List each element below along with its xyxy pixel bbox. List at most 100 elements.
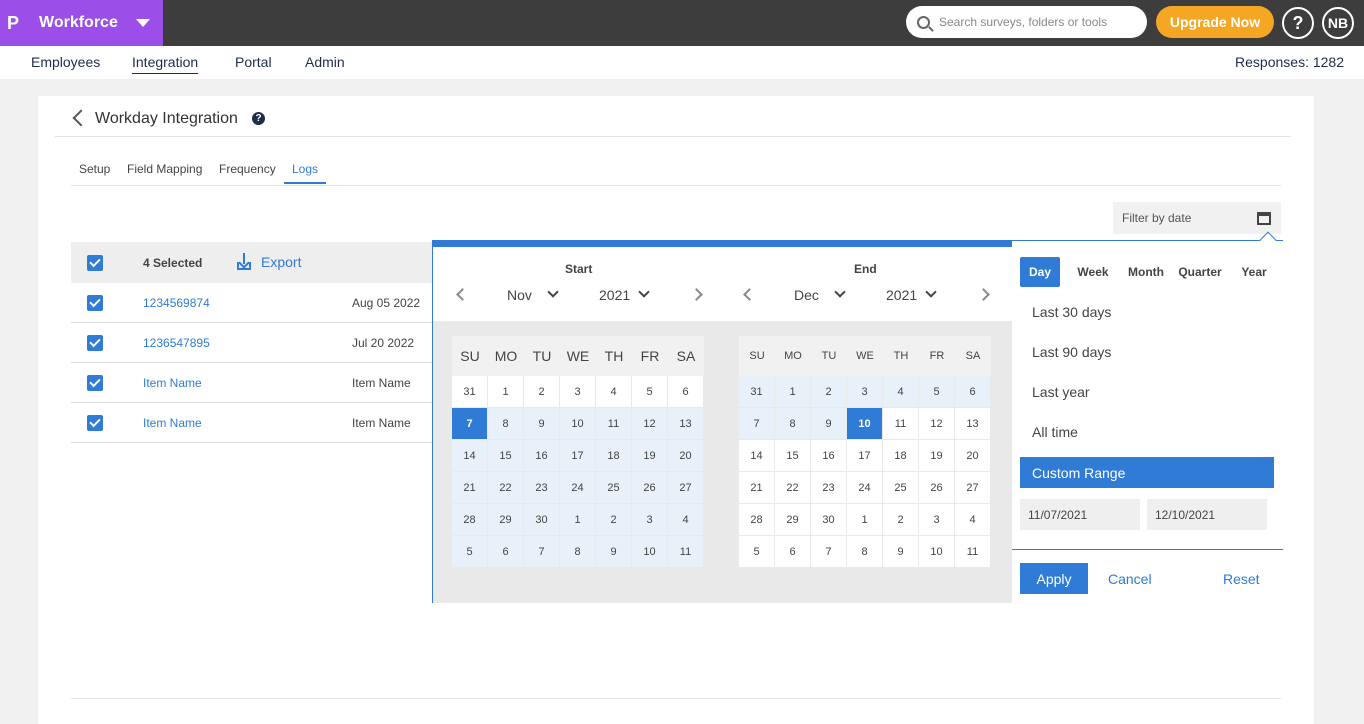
- calendar-day[interactable]: 9: [811, 408, 847, 440]
- upgrade-button[interactable]: Upgrade Now: [1156, 6, 1274, 38]
- chevron-down-icon[interactable]: [638, 286, 650, 298]
- calendar-day[interactable]: 8: [488, 408, 524, 440]
- calendar-day[interactable]: 7: [739, 408, 775, 440]
- calendar-day[interactable]: 8: [775, 408, 811, 440]
- calendar-day[interactable]: 12: [632, 408, 668, 440]
- calendar-day[interactable]: 10: [847, 408, 883, 440]
- calendar-day[interactable]: 1: [847, 504, 883, 536]
- period-year[interactable]: Year: [1234, 257, 1274, 287]
- period-month[interactable]: Month: [1123, 257, 1169, 287]
- calendar-day[interactable]: 15: [775, 440, 811, 472]
- tab-field-mapping[interactable]: Field Mapping: [127, 162, 202, 176]
- nav-item-admin[interactable]: Admin: [305, 54, 345, 73]
- calendar-day[interactable]: 6: [668, 376, 704, 408]
- filter-by-date[interactable]: Filter by date: [1113, 202, 1281, 234]
- nav-item-integration[interactable]: Integration: [132, 54, 199, 74]
- tab-frequency[interactable]: Frequency: [219, 162, 276, 176]
- calendar-day[interactable]: 11: [668, 536, 704, 568]
- calendar-day[interactable]: 1: [488, 376, 524, 408]
- table-row-link[interactable]: Item Name: [143, 416, 202, 430]
- row-checkbox[interactable]: [87, 295, 103, 311]
- calendar-day[interactable]: 19: [632, 440, 668, 472]
- calendar-day[interactable]: 11: [955, 536, 991, 568]
- select-all-checkbox[interactable]: [87, 255, 103, 271]
- calendar-day[interactable]: 24: [560, 472, 596, 504]
- calendar-day[interactable]: 1: [775, 376, 811, 408]
- calendar-day[interactable]: 3: [560, 376, 596, 408]
- calendar-day[interactable]: 10: [632, 536, 668, 568]
- preset-last-90-days[interactable]: Last 90 days: [1032, 344, 1111, 360]
- tab-setup[interactable]: Setup: [79, 162, 110, 176]
- cancel-button[interactable]: Cancel: [1108, 571, 1152, 587]
- preset-last-year[interactable]: Last year: [1032, 384, 1090, 400]
- calendar-day[interactable]: 6: [488, 536, 524, 568]
- calendar-day[interactable]: 4: [596, 376, 632, 408]
- end-year-select[interactable]: 2021: [886, 287, 917, 303]
- table-row-link[interactable]: 1236547895: [143, 336, 210, 350]
- tab-logs[interactable]: Logs: [284, 162, 327, 184]
- table-row-link[interactable]: 1234569874: [143, 296, 210, 310]
- calendar-day[interactable]: 9: [883, 536, 919, 568]
- calendar-day[interactable]: 17: [847, 440, 883, 472]
- calendar-day[interactable]: 27: [955, 472, 991, 504]
- calendar-day[interactable]: 13: [955, 408, 991, 440]
- prev-month-start-icon[interactable]: [456, 288, 469, 301]
- calendar-day[interactable]: 20: [955, 440, 991, 472]
- calendar-day[interactable]: 18: [596, 440, 632, 472]
- nav-item-portal[interactable]: Portal: [235, 54, 272, 73]
- calendar-day[interactable]: 30: [811, 504, 847, 536]
- calendar-day[interactable]: 8: [560, 536, 596, 568]
- workspace-switcher[interactable]: P Workforce: [0, 0, 163, 46]
- calendar-day[interactable]: 15: [488, 440, 524, 472]
- calendar-day[interactable]: 24: [847, 472, 883, 504]
- calendar-day[interactable]: 31: [739, 376, 775, 408]
- calendar-day[interactable]: 19: [919, 440, 955, 472]
- calendar-day[interactable]: 2: [811, 376, 847, 408]
- calendar-day[interactable]: 14: [452, 440, 488, 472]
- start-month-select[interactable]: Nov: [507, 287, 532, 303]
- calendar-day[interactable]: 3: [847, 376, 883, 408]
- calendar-day[interactable]: 11: [883, 408, 919, 440]
- prev-month-end-icon[interactable]: [743, 288, 756, 301]
- help-icon[interactable]: ?: [1282, 7, 1314, 39]
- calendar-day[interactable]: 5: [919, 376, 955, 408]
- preset-custom-range[interactable]: Custom Range: [1020, 457, 1274, 488]
- calendar-day[interactable]: 28: [452, 504, 488, 536]
- calendar-day[interactable]: 22: [775, 472, 811, 504]
- calendar-day[interactable]: 14: [739, 440, 775, 472]
- nav-item-employees[interactable]: Employees: [31, 54, 100, 73]
- calendar-day[interactable]: 10: [560, 408, 596, 440]
- preset-all-time[interactable]: All time: [1032, 424, 1078, 440]
- calendar-day[interactable]: 7: [524, 536, 560, 568]
- table-row-link[interactable]: Item Name: [143, 376, 202, 390]
- calendar-day[interactable]: 5: [452, 536, 488, 568]
- calendar-day[interactable]: 5: [739, 536, 775, 568]
- start-year-select[interactable]: 2021: [599, 287, 630, 303]
- calendar-day[interactable]: 29: [488, 504, 524, 536]
- reset-button[interactable]: Reset: [1223, 571, 1260, 587]
- calendar-day[interactable]: 30: [524, 504, 560, 536]
- calendar-day[interactable]: 23: [811, 472, 847, 504]
- apply-button[interactable]: Apply: [1020, 563, 1088, 594]
- calendar-day[interactable]: 9: [524, 408, 560, 440]
- calendar-day[interactable]: 3: [919, 504, 955, 536]
- period-quarter[interactable]: Quarter: [1175, 257, 1225, 287]
- calendar-day[interactable]: 4: [668, 504, 704, 536]
- search-input[interactable]: [939, 15, 1139, 29]
- calendar-day[interactable]: 12: [919, 408, 955, 440]
- next-month-end-icon[interactable]: [977, 288, 990, 301]
- calendar-day[interactable]: 17: [560, 440, 596, 472]
- calendar-day[interactable]: 13: [668, 408, 704, 440]
- calendar-day[interactable]: 23: [524, 472, 560, 504]
- row-checkbox[interactable]: [87, 335, 103, 351]
- period-day[interactable]: Day: [1020, 257, 1060, 287]
- calendar-day[interactable]: 11: [596, 408, 632, 440]
- calendar-day[interactable]: 16: [811, 440, 847, 472]
- calendar-day[interactable]: 8: [847, 536, 883, 568]
- row-checkbox[interactable]: [87, 415, 103, 431]
- calendar-day[interactable]: 21: [739, 472, 775, 504]
- calendar-day[interactable]: 4: [883, 376, 919, 408]
- calendar-day[interactable]: 9: [596, 536, 632, 568]
- calendar-day[interactable]: 7: [452, 408, 488, 440]
- calendar-day[interactable]: 2: [596, 504, 632, 536]
